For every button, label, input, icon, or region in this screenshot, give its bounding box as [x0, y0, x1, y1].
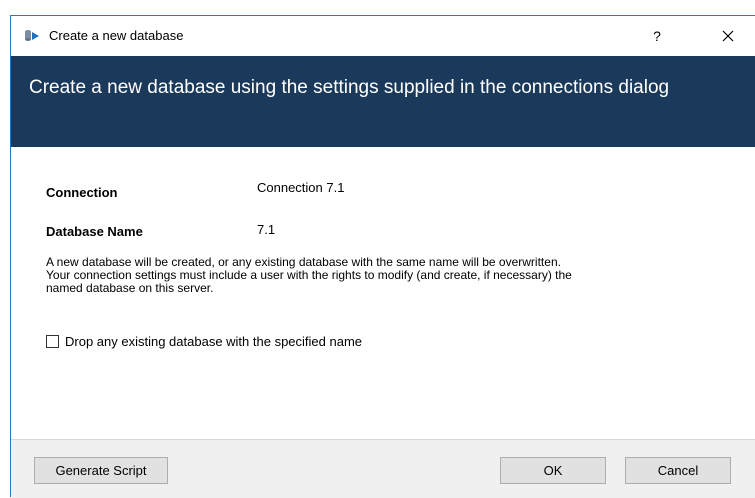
connection-value: Connection 7.1: [257, 180, 345, 195]
info-line: named database on this server.: [46, 281, 214, 295]
close-icon: [722, 27, 734, 44]
drop-existing-checkbox[interactable]: [46, 334, 59, 348]
drop-existing-option[interactable]: Drop any existing database with the spec…: [46, 333, 362, 349]
window-title: Create a new database: [49, 28, 184, 43]
create-database-dialog: Create a new database ? Create a new dat…: [10, 15, 755, 498]
title-bar: Create a new database ?: [11, 16, 755, 56]
drop-existing-label[interactable]: Drop any existing database with the spec…: [65, 334, 362, 349]
info-text: A new database will be created, or any e…: [46, 256, 736, 295]
generate-script-button[interactable]: Generate Script: [34, 457, 168, 484]
dialog-content: Connection Connection 7.1 Database Name …: [11, 147, 755, 439]
help-button[interactable]: ?: [643, 22, 671, 50]
connection-label: Connection: [46, 185, 118, 200]
database-arrow-icon: [24, 29, 40, 43]
database-name-value: 7.1: [257, 222, 276, 237]
database-name-label: Database Name: [46, 224, 143, 239]
close-button[interactable]: [711, 22, 745, 50]
cancel-button[interactable]: Cancel: [625, 457, 731, 484]
button-bar: Generate Script OK Cancel: [11, 439, 755, 498]
ok-button[interactable]: OK: [500, 457, 606, 484]
banner-heading: Create a new database using the settings…: [29, 77, 670, 98]
header-banner: Create a new database using the settings…: [11, 56, 755, 147]
